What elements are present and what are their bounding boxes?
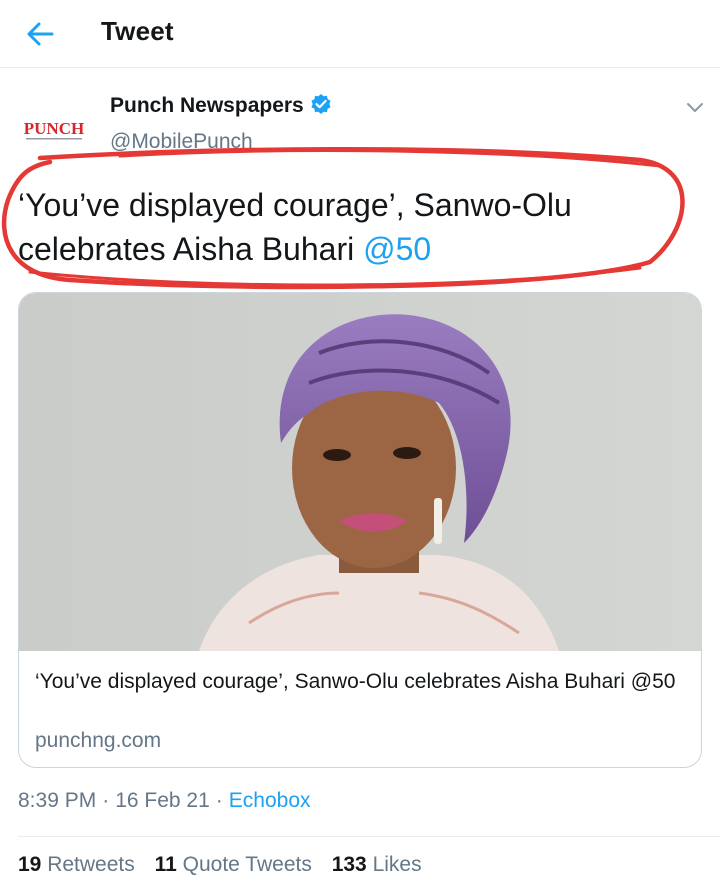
quotes-count: 11: [154, 853, 177, 876]
tweet-meta: 8:39 PM · 16 Feb 21 · Echobox: [18, 789, 311, 813]
author-name-text: Punch Newspapers: [110, 94, 304, 117]
quotes-label: Quote Tweets: [182, 853, 312, 876]
link-card[interactable]: ‘You’ve displayed courage’, Sanwo-Olu ce…: [18, 292, 702, 768]
arrow-left-icon: [27, 22, 54, 46]
tweet-source-link[interactable]: Echobox: [229, 789, 311, 812]
chevron-down-icon: [687, 103, 703, 112]
retweets-label: Retweets: [47, 853, 135, 876]
meta-separator: ·: [102, 789, 110, 812]
divider: [18, 836, 720, 837]
verified-badge-icon: [311, 94, 331, 114]
page-title: Tweet: [101, 16, 174, 46]
retweets-stat[interactable]: 19 Retweets: [18, 853, 135, 876]
card-title: ‘You’ve displayed courage’, Sanwo-Olu ce…: [35, 670, 676, 693]
tweet-body: ‘You’ve displayed courage’, Sanwo-Olu ce…: [18, 187, 572, 267]
author-handle[interactable]: @MobilePunch: [110, 130, 253, 154]
top-bar: Tweet: [0, 0, 720, 68]
retweets-count: 19: [18, 853, 42, 876]
back-button[interactable]: [18, 14, 62, 54]
likes-stat[interactable]: 133 Likes: [332, 853, 422, 876]
punch-logo: PUNCH: [18, 100, 90, 172]
svg-text:PUNCH: PUNCH: [24, 119, 84, 138]
likes-label: Likes: [372, 853, 422, 876]
portrait-photo: [19, 293, 701, 651]
avatar[interactable]: PUNCH: [18, 100, 90, 172]
meta-separator: ·: [215, 789, 223, 812]
quote-tweets-stat[interactable]: 11 Quote Tweets: [155, 853, 312, 876]
mention-link[interactable]: @50: [363, 231, 431, 267]
card-domain: punchng.com: [35, 729, 162, 752]
tweet-stats: 19 Retweets 11 Quote Tweets 133 Likes: [18, 853, 436, 877]
more-options-button[interactable]: [680, 94, 710, 120]
likes-count: 133: [331, 853, 367, 876]
card-image: [19, 293, 701, 651]
tweet-date[interactable]: 16 Feb 21: [115, 789, 210, 812]
tweet-text: ‘You’ve displayed courage’, Sanwo-Olu ce…: [18, 183, 678, 271]
tweet-time[interactable]: 8:39 PM: [18, 789, 96, 812]
author-name[interactable]: Punch Newspapers: [110, 93, 332, 118]
